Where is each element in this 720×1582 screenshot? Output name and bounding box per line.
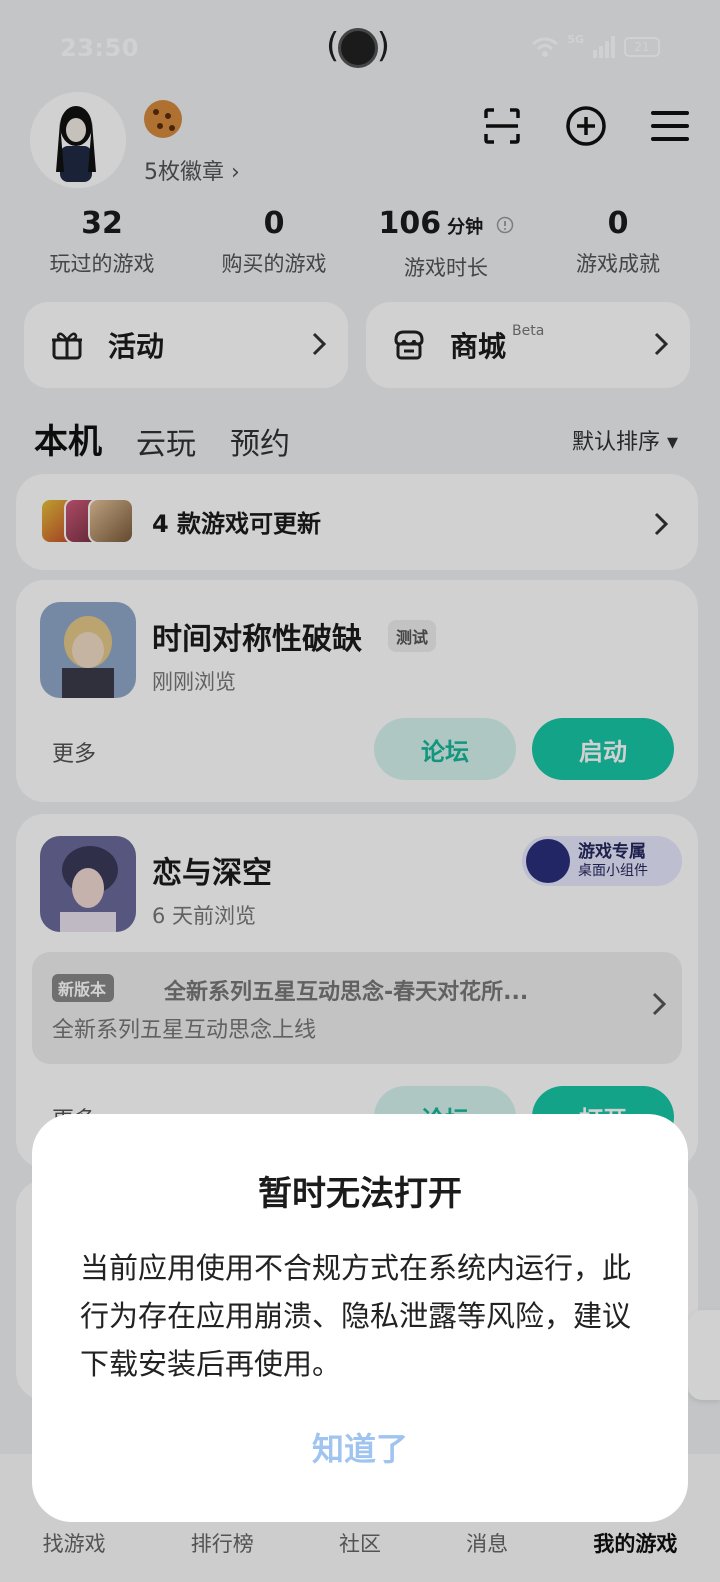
cannot-open-dialog: 暂时无法打开 当前应用使用不合规方式在系统内运行，此行为存在应用崩溃、隐私泄露等… <box>32 1114 688 1522</box>
dialog-ok-button[interactable]: 知道了 <box>32 1424 688 1470</box>
dialog-title: 暂时无法打开 <box>258 1174 462 1214</box>
dialog-message: 当前应用使用不合规方式在系统内运行，此行为存在应用崩溃、隐私泄露等风险，建议下载… <box>80 1251 632 1381</box>
